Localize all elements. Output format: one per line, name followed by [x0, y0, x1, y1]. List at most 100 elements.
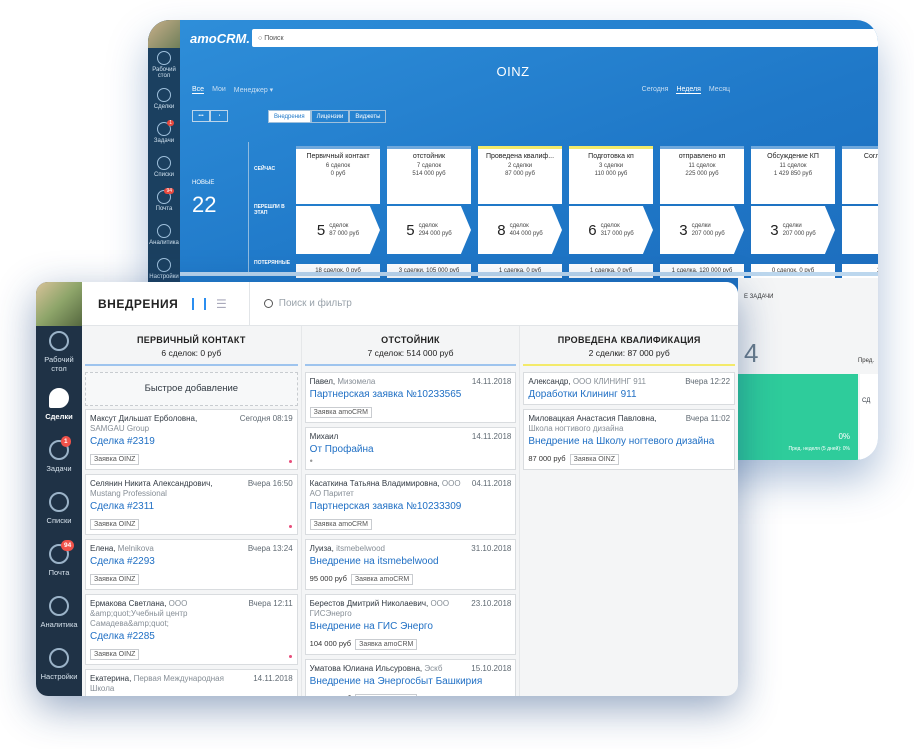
manager-dropdown[interactable]: Менеджер ▾: [234, 86, 273, 94]
sidebar-item-label: Рабочий стол: [44, 355, 74, 373]
company-name[interactable]: Эскб: [424, 664, 442, 673]
pipeline-tab-licenses[interactable]: Лицензии: [310, 110, 350, 123]
nav-badge: 1: [167, 120, 174, 126]
deal-name[interactable]: Сделка #2285: [90, 631, 293, 643]
back-nav-item[interactable]: Списки: [148, 150, 180, 184]
deal-card[interactable]: Александр, ООО КЛИНИНГ 911 Вчера 12:22 Дор…: [523, 372, 736, 405]
sidebar-item[interactable]: Аналитика: [36, 586, 82, 638]
deal-name[interactable]: Внедрение на Энергосбыт Башкирия: [310, 676, 512, 688]
back-nav-item[interactable]: Сделки: [148, 82, 180, 116]
contact-name[interactable]: Берестов Дмитрий Николаевич,: [310, 599, 429, 608]
back-avatar[interactable]: [148, 20, 180, 48]
deal-card[interactable]: Касаткина Татьяна Владимировна, ООО АО П…: [304, 474, 517, 535]
sidebar-item[interactable]: 94 Почта: [36, 534, 82, 586]
pipeline-column: ПЕРВИЧНЫЙ КОНТАКТ 6 сделок: 0 руб Быстрое …: [82, 326, 301, 696]
deal-name[interactable]: Внедрение на ГИС Энерго: [310, 621, 512, 633]
deal-tag[interactable]: Заявка OINZ: [90, 519, 140, 530]
deal-card[interactable]: Селянин Никита Александрович, Mustang Pr…: [85, 474, 298, 535]
stage-column[interactable]: отправлено кп 11 сделок 225 000 руб 3 сделки…: [660, 146, 744, 278]
back-nav-item[interactable]: Аналитика: [148, 218, 180, 252]
deal-tag[interactable]: Заявка amoCRM: [309, 519, 372, 530]
deal-name[interactable]: От Профайна: [310, 444, 512, 456]
sidebar-item[interactable]: Рабочий стол: [36, 326, 82, 378]
back-nav-item[interactable]: 1 Задачи: [148, 116, 180, 150]
deal-tag[interactable]: Заявка amoCRM: [355, 694, 418, 696]
stage-column[interactable]: Обсуждение КП 11 сделок 1 429 850 руб 3 сдел…: [751, 146, 835, 278]
deal-card[interactable]: Елена, Melnikova Вчера 13:24 Сделка #2293 З…: [85, 539, 298, 590]
list-view-icon[interactable]: ☰: [216, 297, 227, 311]
deal-card[interactable]: Берестов Дмитрий Николаевич, ООО ГИСЭнер…: [304, 594, 517, 655]
deal-name[interactable]: Сделка #2311: [90, 501, 293, 513]
search-input[interactable]: Поиск и фильтр: [263, 298, 352, 309]
scroll-strip[interactable]: [180, 272, 878, 276]
tab-mine[interactable]: Мои: [212, 86, 226, 94]
contact-name[interactable]: Уматова Юлиана Ильсуровна,: [310, 664, 422, 673]
back-search-input[interactable]: ○ Поиск: [252, 29, 878, 47]
contact-name[interactable]: Касаткина Татьяна Владимировна,: [310, 479, 440, 488]
sidebar-item[interactable]: 1 Задачи: [36, 430, 82, 482]
pipeline-tab-widgets[interactable]: Виджеты: [349, 110, 387, 123]
company-name[interactable]: Мизомела: [337, 377, 375, 386]
contact-name[interactable]: Михаил: [310, 432, 339, 441]
tab-all[interactable]: Все: [192, 86, 205, 94]
period-week[interactable]: Неделя: [676, 86, 701, 94]
company-name[interactable]: Mustang Professional: [90, 489, 167, 498]
deal-name[interactable]: Партнерская заявка №10233565: [310, 389, 512, 401]
stage-column[interactable]: Согласова...115401 сде: [842, 146, 878, 278]
contact-name[interactable]: Екатерина,: [90, 674, 131, 683]
deal-card[interactable]: Луиза, itsmebelwood 31.10.2018 Внедрение н…: [304, 539, 517, 590]
stage-column[interactable]: Проведена квалиф... 2 сделки 87 000 руб 8 сд…: [478, 146, 562, 278]
kanban-view-icon[interactable]: [192, 297, 206, 310]
pie-view-icon[interactable]: ◔: [210, 110, 228, 122]
deal-card[interactable]: Екатерина, Первая Международная Школа 14.…: [85, 669, 298, 696]
company-name[interactable]: itsmebelwood: [336, 544, 385, 553]
company-name[interactable]: SAMGAU Group: [90, 424, 149, 433]
stage-column[interactable]: отстойник 7 сделок 514 000 руб 5 сделок 294 0…: [387, 146, 471, 278]
deal-tag[interactable]: Заявка OINZ: [569, 454, 619, 465]
sidebar-item[interactable]: Списки: [36, 482, 82, 534]
company-name[interactable]: Melnikova: [118, 544, 154, 553]
moved-count: 5: [406, 221, 415, 239]
deal-name[interactable]: Партнерская заявка №10233309: [310, 501, 512, 513]
company-name[interactable]: Школа ногтивого дизайна: [528, 424, 623, 433]
contact-name[interactable]: Ермакова Светлана,: [90, 599, 166, 608]
dots-view-icon[interactable]: •••: [192, 110, 210, 122]
deal-card[interactable]: Михаил 14.11.2018 От Профайна •: [304, 427, 517, 470]
avatar[interactable]: [36, 282, 82, 326]
stage-column[interactable]: Подготовка кп 3 сделки 110 000 руб 6 сделок 3…: [569, 146, 653, 278]
deal-tag[interactable]: Заявка OINZ: [90, 454, 140, 465]
contact-name[interactable]: Максут Дильшат Ерболовна,: [90, 414, 197, 423]
deal-card[interactable]: Уматова Юлиана Ильсуровна, Эскб 15.10.201…: [304, 659, 517, 696]
deal-card[interactable]: Миловацкая Анастасия Павловна, Школа ног…: [523, 409, 736, 470]
contact-name[interactable]: Луиза,: [310, 544, 334, 553]
contact-name[interactable]: Павел,: [310, 377, 335, 386]
deal-tag[interactable]: Заявка amoCRM: [355, 639, 418, 650]
deal-name[interactable]: Сделка #2293: [90, 556, 293, 568]
pipeline-tab-implementations[interactable]: Внедрения: [268, 110, 311, 123]
period-today[interactable]: Сегодня: [642, 86, 669, 94]
contact-name[interactable]: Александр,: [528, 377, 570, 386]
quick-add-button[interactable]: Быстрое добавление: [85, 372, 298, 406]
contact-name[interactable]: Елена,: [90, 544, 116, 553]
sidebar-item[interactable]: Настройки: [36, 638, 82, 690]
contact-name[interactable]: Селянин Никита Александрович,: [90, 479, 213, 488]
deal-card[interactable]: Павел, Мизомела 14.11.2018 Партнерская зая…: [304, 372, 517, 423]
deal-name[interactable]: Внедрение на itsmebelwood: [310, 556, 512, 568]
deal-tag[interactable]: Заявка amoCRM: [309, 407, 372, 418]
deal-card[interactable]: Ермакова Светлана, ООО &amp;quot;Учебный…: [85, 594, 298, 665]
sidebar-item[interactable]: Сделки: [36, 378, 82, 430]
deal-tag[interactable]: Заявка amoCRM: [350, 574, 414, 585]
deal-name[interactable]: Сделка #2319: [90, 436, 293, 448]
period-month[interactable]: Месяц: [709, 86, 730, 94]
deal-name[interactable]: Внедрение на Школу ногтевого дизайна: [528, 436, 730, 448]
deal-tag[interactable]: Заявка OINZ: [90, 574, 140, 585]
deal-tag[interactable]: Заявка OINZ: [90, 649, 140, 660]
deal-card[interactable]: Максут Дильшат Ерболовна, SAMGAU Group Се…: [85, 409, 298, 470]
back-nav-item[interactable]: Настройки: [148, 252, 180, 286]
contact-name[interactable]: Миловацкая Анастасия Павловна,: [528, 414, 656, 423]
stage-column[interactable]: Первичный контакт 6 сделок 0 руб 5 сделок 87 …: [296, 146, 380, 278]
company-name[interactable]: ООО КЛИНИНГ 911: [573, 377, 646, 386]
back-nav-item[interactable]: 94 Почта: [148, 184, 180, 218]
deal-name[interactable]: Доработки Клининг 911: [528, 389, 730, 401]
placeholder-dot: •: [309, 456, 313, 466]
